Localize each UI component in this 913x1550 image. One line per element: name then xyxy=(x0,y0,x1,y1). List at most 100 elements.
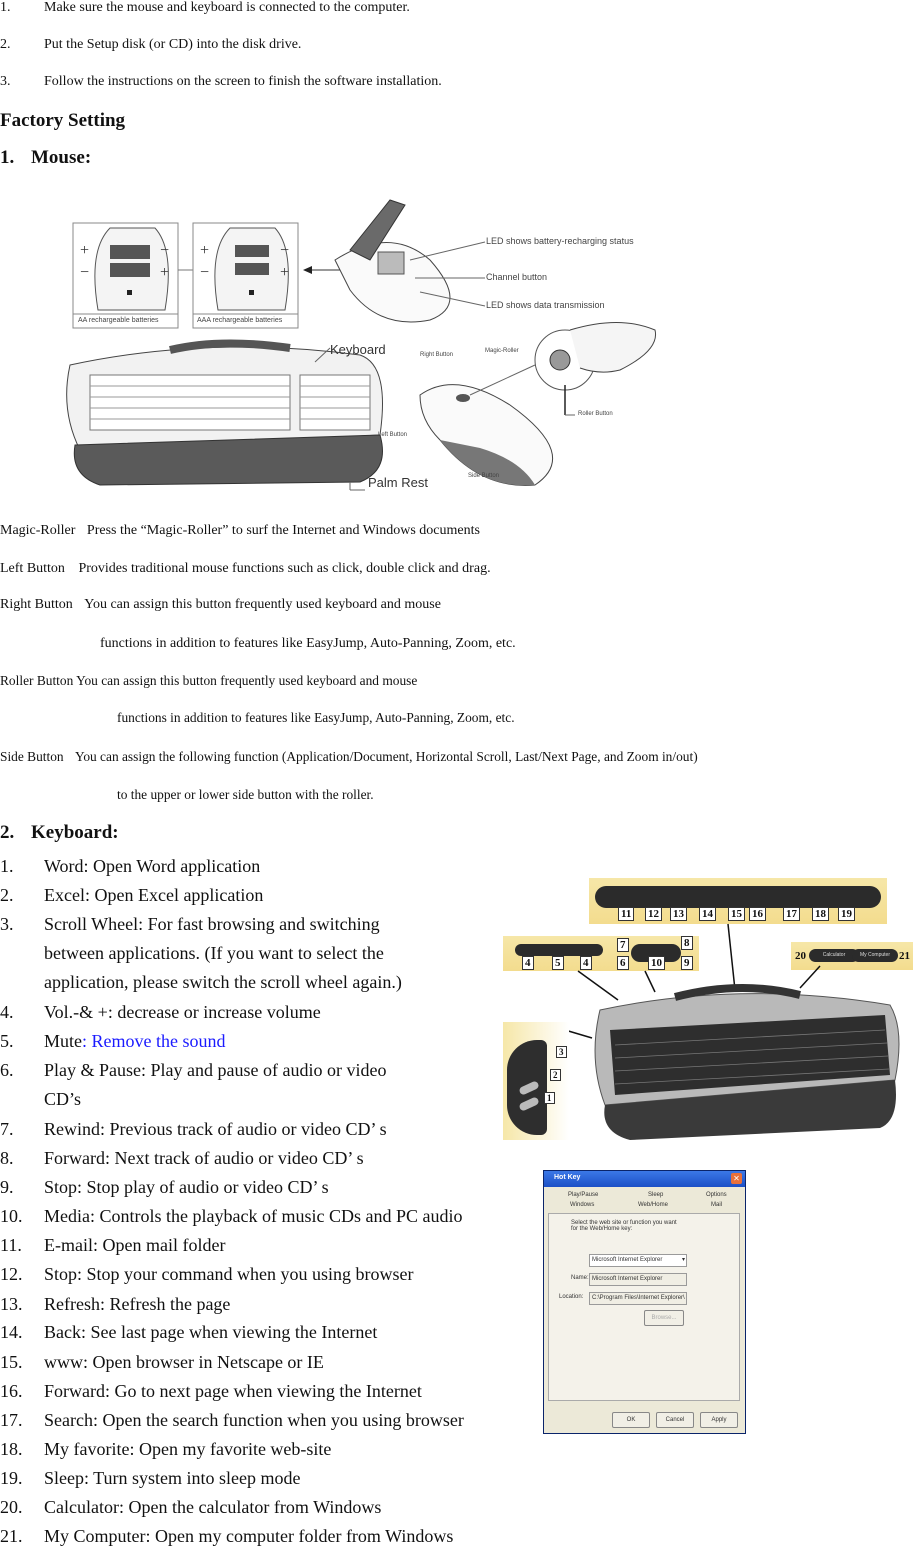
keyboard-item: 15. www: Open browser in Netscape or IE xyxy=(0,1352,520,1376)
keyboard-item: 8. Forward: Next track of audio or video… xyxy=(0,1148,520,1172)
item-number: 18. xyxy=(0,1439,23,1459)
open-mouse-drawing xyxy=(334,199,486,323)
item-number: 3. xyxy=(0,914,14,934)
hotkey-dialog: Hot Key ✕ Play/Pause Sleep Options Windo… xyxy=(543,1170,746,1434)
item-text: CD’s xyxy=(44,1089,82,1109)
keyboard-item: 16. Forward: Go to next page when viewin… xyxy=(0,1381,520,1405)
tab-windows[interactable]: Windows xyxy=(570,1202,594,1208)
palm-rest-label: Palm Rest xyxy=(368,475,428,490)
definition-continuation: functions in addition to features like E… xyxy=(117,710,515,725)
item-text: application, please switch the scroll wh… xyxy=(44,972,402,992)
item-text: Search: Open the search function when yo… xyxy=(44,1410,464,1430)
keyboard-heading: 2. Keyboard: xyxy=(0,822,119,844)
cancel-button[interactable]: Cancel xyxy=(656,1412,694,1428)
svg-text:+: + xyxy=(160,264,169,281)
item-text: E-mail: Open mail folder xyxy=(44,1235,226,1255)
factory-setting-heading: Factory Setting xyxy=(0,110,126,131)
callout-channel-button: Channel button xyxy=(486,272,548,282)
keyboard-item: 2. Excel: Open Excel application xyxy=(0,885,520,909)
tab-play-pause[interactable]: Play/Pause xyxy=(568,1192,598,1198)
close-icon[interactable]: ✕ xyxy=(731,1173,742,1184)
tab-panel: Select the web site or function you want… xyxy=(548,1213,740,1401)
keyboard-item: 17. Search: Open the search function whe… xyxy=(0,1410,540,1434)
keyboard-drawing xyxy=(66,339,383,491)
mouse-keyboard-illustration: + − − + + − − + AA rechargeable batterie… xyxy=(60,190,670,500)
definition-desc: Press the “Magic-Roller” to surf the Int… xyxy=(86,523,480,538)
definition-right-button: Right Button You can assign this button … xyxy=(0,597,441,613)
step-number: 1. xyxy=(0,0,11,15)
apply-button[interactable]: Apply xyxy=(700,1412,738,1428)
callout-led-data: LED shows data transmission xyxy=(486,300,605,310)
keyboard-item: 14. Back: See last page when viewing the… xyxy=(0,1322,520,1346)
item-number: 9. xyxy=(0,1177,14,1197)
browser-select-value: Microsoft Internet Explorer xyxy=(592,1257,663,1263)
svg-text:+: + xyxy=(280,264,289,281)
keyboard-item: 19. Sleep: Turn system into sleep mode xyxy=(0,1468,520,1492)
location-field[interactable]: C:\Program Files\Internet Explorer\ xyxy=(589,1292,687,1305)
item-text: Calculator: Open the calculator from Win… xyxy=(44,1497,382,1517)
definition-side-button: Side Button You can assign the following… xyxy=(0,749,698,765)
keyboard-item: 6. Play & Pause: Play and pause of audio… xyxy=(0,1060,520,1114)
item-number: 20. xyxy=(0,1497,23,1517)
magic-roller-label: Magic-Roller xyxy=(485,348,519,354)
right-button-label: Right Button xyxy=(420,352,454,358)
item-number: 4. xyxy=(0,1002,14,1022)
definition-desc: You can assign the following function (A… xyxy=(74,749,698,764)
keyboard-item: 20. Calculator: Open the calculator from… xyxy=(0,1497,520,1521)
item-text: Mute: Remove the sound xyxy=(44,1031,225,1052)
tab-mail[interactable]: Mail xyxy=(711,1202,722,1208)
item-number: 10. xyxy=(0,1206,23,1226)
tab-options[interactable]: Options xyxy=(706,1192,727,1198)
roller-button-label: Roller Button xyxy=(578,411,613,417)
ok-button[interactable]: OK xyxy=(612,1412,650,1428)
tab-web-home[interactable]: Web/Home xyxy=(638,1202,668,1208)
definition-left-button: Left Button Provides traditional mouse f… xyxy=(0,561,491,577)
tab-sleep[interactable]: Sleep xyxy=(648,1192,663,1198)
item-text: My favorite: Open my favorite web-site xyxy=(44,1439,332,1459)
item-number: 17. xyxy=(0,1410,23,1430)
web-home-instruction: Select the web site or function you want… xyxy=(571,1220,677,1232)
browse-button[interactable]: Browse... xyxy=(644,1310,684,1326)
keyboard-item: 1. Word: Open Word application xyxy=(0,856,520,880)
keyboard-label: Keyboard xyxy=(330,342,386,357)
definition-term: Right Button xyxy=(0,597,73,612)
item-number: 14. xyxy=(0,1322,23,1342)
svg-text:−: − xyxy=(200,264,209,281)
keyboard-heading-number: 2. xyxy=(0,822,15,843)
mouse-heading-number: 1. xyxy=(0,147,15,168)
definition-continuation: functions in addition to features like E… xyxy=(100,636,516,651)
keyboard-item: 21. My Computer: Open my computer folder… xyxy=(0,1526,530,1550)
keyboard-item: 5. Mute: Remove the sound xyxy=(0,1031,520,1055)
definition-magic-roller: Magic-Roller Press the “Magic-Roller” to… xyxy=(0,523,480,539)
item-highlight: : Remove the sound xyxy=(82,1031,226,1051)
keyboard-item: 3. Scroll Wheel: For fast browsing and s… xyxy=(0,914,520,998)
item-text: Media: Controls the playback of music CD… xyxy=(44,1206,463,1226)
side-button-label: Side Button xyxy=(468,473,500,479)
install-step: 1. Make sure the mouse and keyboard is c… xyxy=(0,0,700,18)
location-label: Location: xyxy=(559,1294,584,1300)
definition-term: Roller Button xyxy=(0,673,74,688)
browser-select[interactable]: Microsoft Internet Explorer ▾ xyxy=(589,1254,687,1267)
keyboard-item: 18. My favorite: Open my favorite web-si… xyxy=(0,1439,520,1463)
item-number: 19. xyxy=(0,1468,23,1488)
callout-3: 3 xyxy=(556,1046,567,1058)
callout-1: 1 xyxy=(544,1092,555,1104)
item-number: 16. xyxy=(0,1381,23,1401)
definition-term: Magic-Roller xyxy=(0,523,76,538)
definition-term: Left Button xyxy=(0,561,65,576)
item-text: Stop: Stop play of audio or video CD’ s xyxy=(44,1177,329,1197)
item-number: 15. xyxy=(0,1352,23,1372)
definition-continuation: to the upper or lower side button with t… xyxy=(117,787,374,802)
item-text: Vol.-& +: decrease or increase volume xyxy=(44,1002,321,1022)
item-text: Back: See last page when viewing the Int… xyxy=(44,1322,378,1342)
mouse-with-hand-drawing xyxy=(419,322,657,486)
name-field[interactable]: Microsoft Internet Explorer xyxy=(589,1273,687,1286)
item-number: 21. xyxy=(0,1526,23,1546)
definition-desc: Provides traditional mouse functions suc… xyxy=(78,561,491,576)
name-label: Name: xyxy=(571,1275,589,1281)
item-label: Mute xyxy=(44,1031,82,1051)
keyboard-photo-figure: 11 12 13 14 15 16 17 18 19 4 5 4 7 8 6 1… xyxy=(500,870,913,1145)
keyboard-item: 10. Media: Controls the playback of musi… xyxy=(0,1206,530,1230)
chevron-down-icon: ▾ xyxy=(681,1257,685,1263)
item-text: Excel: Open Excel application xyxy=(44,885,264,905)
